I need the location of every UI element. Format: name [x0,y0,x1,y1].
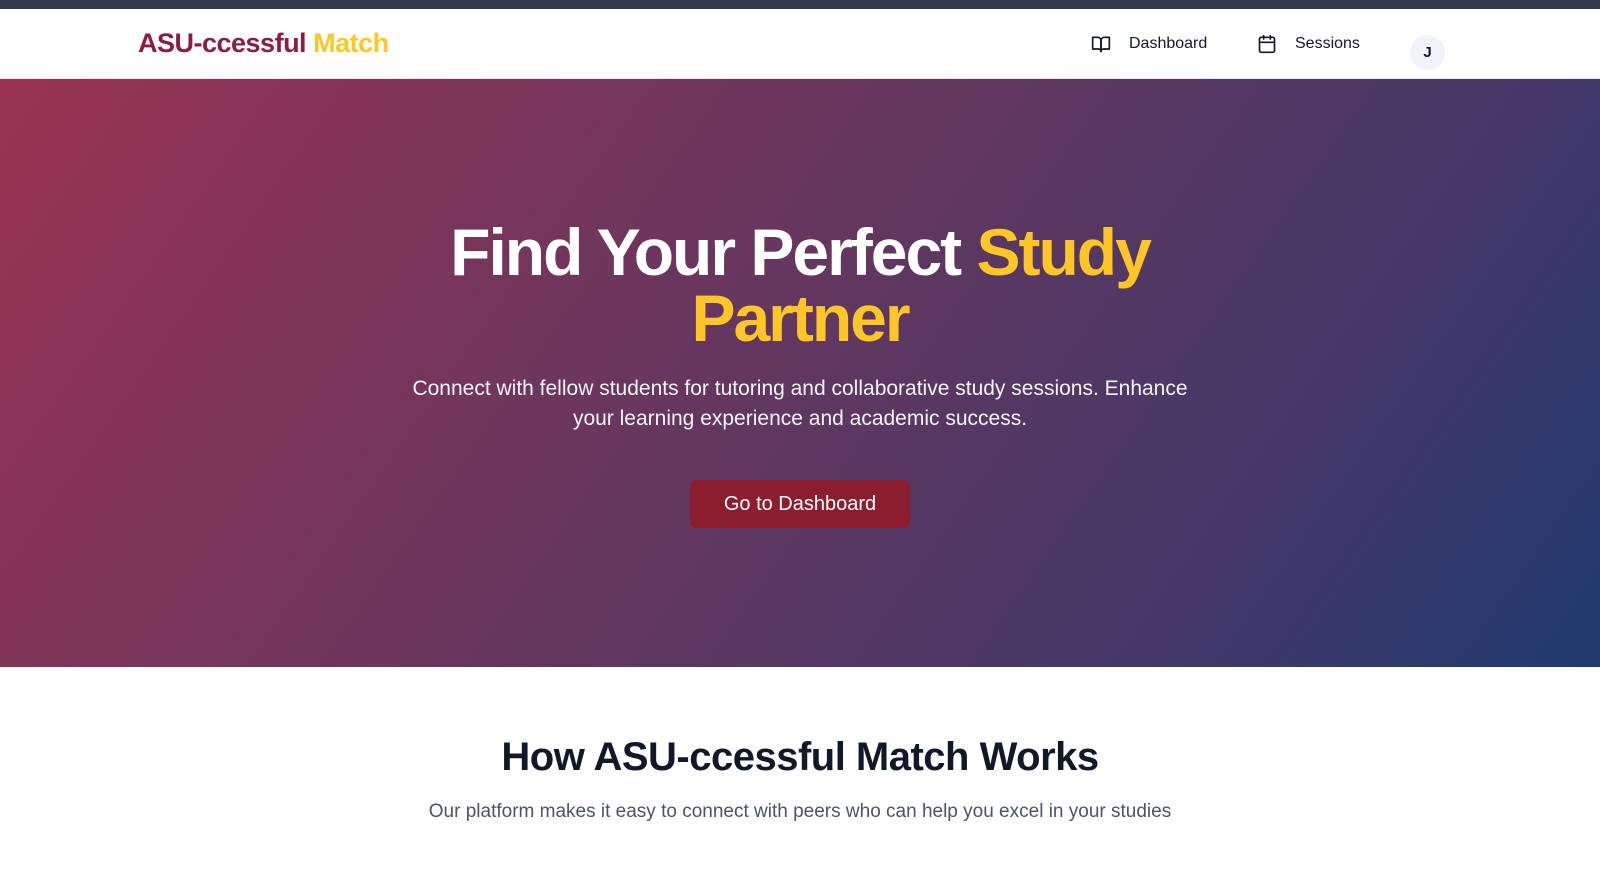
how-it-works-title: How ASU-ccessful Match Works [501,735,1099,779]
top-strip [0,0,1600,9]
hero-title-highlight-study: Study [976,215,1151,289]
hero-section: Find Your Perfect Study Partner Connect … [0,79,1600,667]
brand-logo[interactable]: ASU-ccessful Match [138,28,389,59]
nav-sessions-label: Sessions [1295,35,1360,52]
nav-dashboard-link[interactable]: Dashboard [1091,32,1207,56]
brand-name-part2: Match [313,28,389,58]
hero-subtitle-line2: your learning experience and academic su… [572,407,1028,430]
nav-sessions-link[interactable]: Sessions [1257,32,1360,56]
book-open-icon [1091,34,1111,54]
hero-title-highlight-partner: Partner [691,281,910,355]
navbar: ASU-ccessful Match Dashboard Sessions J [0,9,1600,79]
calendar-icon [1257,34,1277,54]
hero-subtitle: Connect with fellow students for tutorin… [380,374,1220,434]
hero-title-main: Find Your Perfect [450,215,962,289]
hero-title: Find Your Perfect Study Partner [0,219,1600,351]
brand-name-part1: ASU-ccessful [138,28,307,58]
go-to-dashboard-button[interactable]: Go to Dashboard [690,480,910,528]
how-it-works-section: How ASU-ccessful Match Works Our platfor… [0,667,1600,874]
hero-subtitle-line1: Connect with fellow students for tutorin… [412,377,1188,400]
how-it-works-subtitle: Our platform makes it easy to connect wi… [428,801,1172,822]
nav-dashboard-label: Dashboard [1129,35,1208,52]
user-avatar[interactable]: J [1410,35,1445,70]
